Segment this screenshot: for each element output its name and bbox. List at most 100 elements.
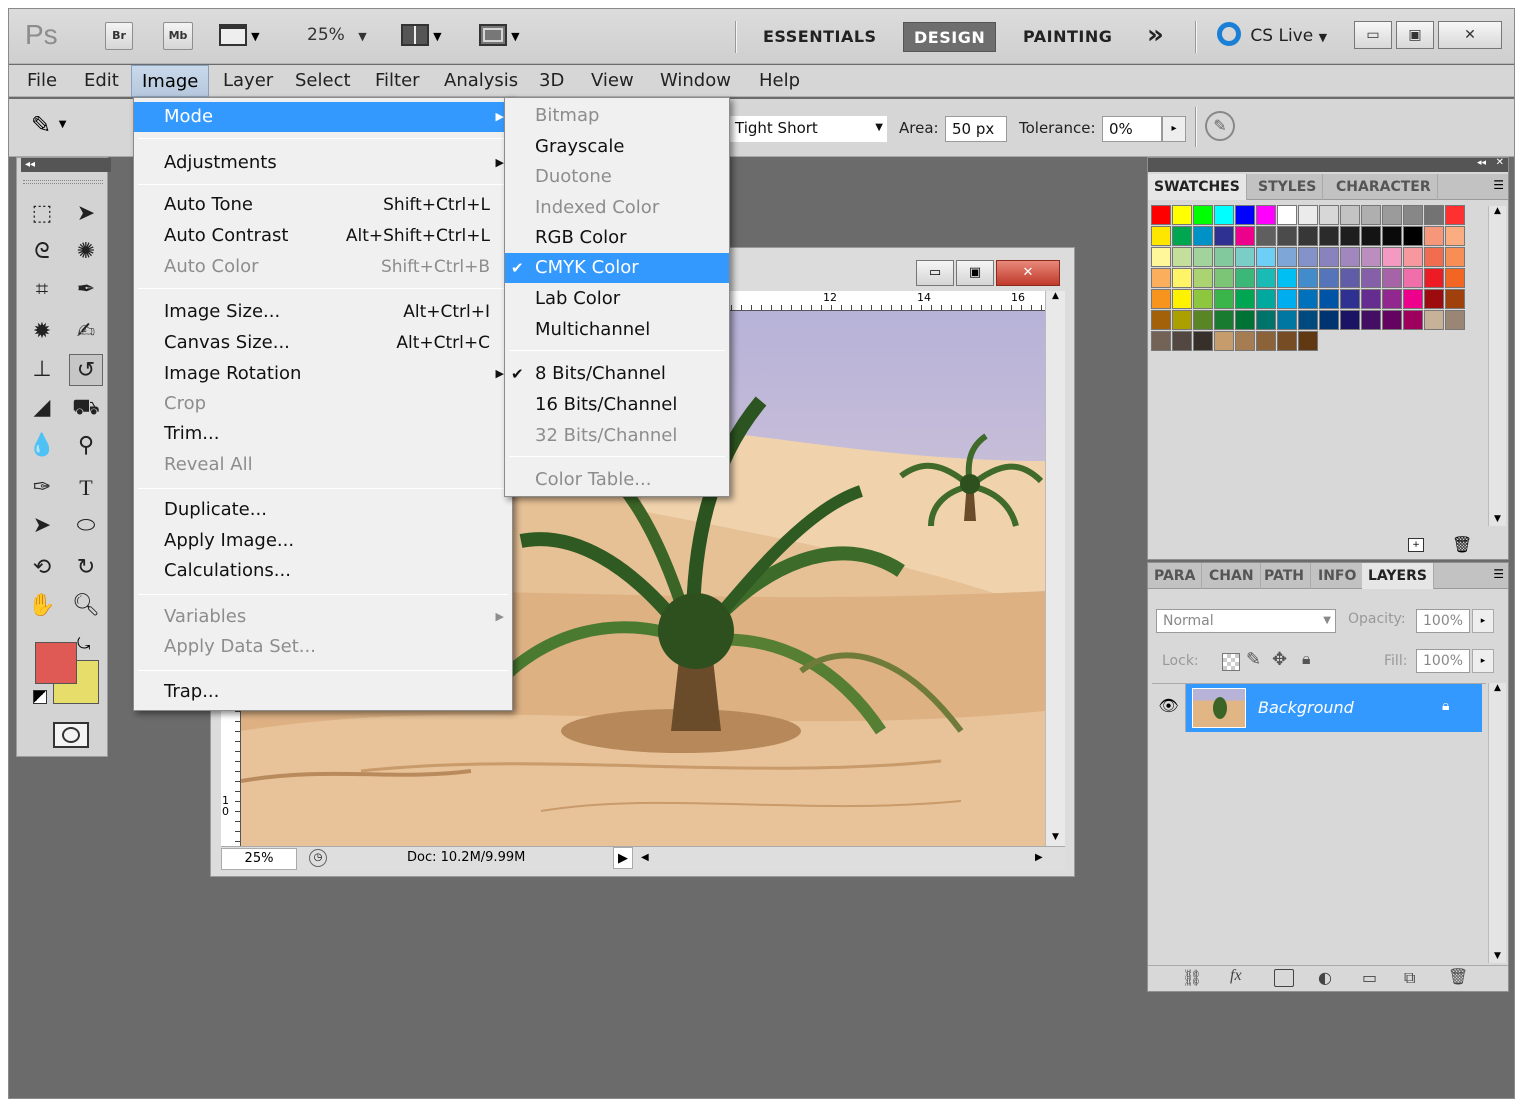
color-swatch[interactable] bbox=[1340, 268, 1360, 288]
color-swatch[interactable] bbox=[1214, 331, 1234, 351]
color-swatch[interactable] bbox=[1298, 310, 1318, 330]
menu-item-mode[interactable]: Mode ▶ bbox=[134, 102, 512, 132]
color-swatch[interactable] bbox=[1298, 226, 1318, 246]
color-swatch[interactable] bbox=[1424, 268, 1444, 288]
3d-orbit-tool-icon[interactable]: ↻ bbox=[69, 552, 103, 584]
new-swatch-icon[interactable]: + bbox=[1408, 538, 1424, 552]
menu-item-canvas-size[interactable]: Canvas Size... Alt+Ctrl+C bbox=[134, 328, 512, 358]
layer-name[interactable]: Background bbox=[1258, 684, 1354, 732]
workspace-design[interactable]: DESIGN bbox=[903, 22, 997, 52]
color-swatch[interactable] bbox=[1445, 268, 1465, 288]
color-swatch[interactable] bbox=[1445, 310, 1465, 330]
color-swatch[interactable] bbox=[1256, 205, 1276, 225]
menu-item-trim[interactable]: Trim... bbox=[134, 419, 512, 449]
color-swatch[interactable] bbox=[1277, 247, 1297, 267]
vertical-scrollbar[interactable]: ▲ ▼ bbox=[1045, 291, 1065, 846]
mini-bridge-button[interactable]: Mb bbox=[163, 22, 193, 50]
quick-mask-icon[interactable] bbox=[53, 722, 89, 748]
color-swatch[interactable] bbox=[1340, 205, 1360, 225]
fill-slider-button[interactable]: ▸ bbox=[1472, 649, 1494, 673]
menu-item-image-size[interactable]: Image Size... Alt+Ctrl+I bbox=[134, 297, 512, 327]
color-swatch[interactable] bbox=[1172, 289, 1192, 309]
color-swatch[interactable] bbox=[1340, 247, 1360, 267]
color-swatch[interactable] bbox=[1151, 205, 1171, 225]
ellipse-tool-icon[interactable]: ⬭ bbox=[69, 510, 103, 542]
marquee-tool-icon[interactable]: ⬚ bbox=[25, 198, 59, 230]
swatch-scrollbar[interactable]: ▲ ▼ bbox=[1488, 206, 1506, 526]
menu-item-variables[interactable]: Variables ▶ bbox=[134, 602, 512, 632]
menu-item-reveal-all[interactable]: Reveal All bbox=[134, 450, 512, 480]
status-menu-icon[interactable]: ▶ bbox=[613, 847, 633, 869]
scroll-down-icon[interactable]: ▼ bbox=[1489, 514, 1506, 524]
menu-select[interactable]: Select bbox=[285, 65, 361, 97]
menu-3d[interactable]: 3D bbox=[529, 65, 574, 97]
minimize-button[interactable]: ▭ bbox=[1354, 21, 1392, 49]
color-swatch[interactable] bbox=[1403, 205, 1423, 225]
layer-mask-icon[interactable] bbox=[1274, 969, 1294, 987]
path-selection-tool-icon[interactable]: ➤ bbox=[25, 510, 59, 542]
color-swatch[interactable] bbox=[1151, 247, 1171, 267]
color-swatch[interactable] bbox=[1319, 226, 1339, 246]
color-swatch[interactable] bbox=[1424, 310, 1444, 330]
arrange-documents-button[interactable]: ▼ bbox=[401, 24, 442, 50]
color-swatch[interactable] bbox=[1172, 310, 1192, 330]
color-swatch[interactable] bbox=[1319, 247, 1339, 267]
screen-mode-button[interactable]: ▼ bbox=[479, 24, 520, 50]
menu-layer[interactable]: Layer bbox=[213, 65, 283, 97]
color-swatch[interactable] bbox=[1193, 331, 1213, 351]
color-swatch[interactable] bbox=[1382, 310, 1402, 330]
menu-window[interactable]: Window bbox=[650, 65, 741, 97]
color-swatch[interactable] bbox=[1340, 226, 1360, 246]
doc-maximize-button[interactable]: ▣ bbox=[956, 260, 994, 286]
color-swatch[interactable] bbox=[1298, 268, 1318, 288]
trash-icon[interactable]: 🗑︎ bbox=[1452, 535, 1472, 554]
opacity-slider-button[interactable]: ▸ bbox=[1472, 609, 1494, 633]
menu-item-8-bits[interactable]: ✔ 8 Bits/Channel bbox=[505, 359, 729, 389]
color-swatch[interactable] bbox=[1298, 247, 1318, 267]
color-swatch[interactable] bbox=[1424, 247, 1444, 267]
color-swatch[interactable] bbox=[1256, 310, 1276, 330]
color-swatch[interactable] bbox=[1382, 226, 1402, 246]
color-swatch[interactable] bbox=[1277, 226, 1297, 246]
adjustment-layer-icon[interactable]: ◐ bbox=[1318, 968, 1332, 987]
color-swatch[interactable] bbox=[1424, 205, 1444, 225]
color-swatch[interactable] bbox=[1298, 331, 1318, 351]
menu-item-rgb-color[interactable]: RGB Color bbox=[505, 223, 729, 253]
color-swatch[interactable] bbox=[1151, 310, 1171, 330]
close-icon[interactable]: ✕ bbox=[1496, 157, 1504, 168]
menu-item-16-bits[interactable]: 16 Bits/Channel bbox=[505, 390, 729, 420]
color-swatch[interactable] bbox=[1214, 289, 1234, 309]
blur-tool-icon[interactable]: 💧 bbox=[25, 430, 59, 462]
blend-mode-dropdown[interactable]: Normal ▼ bbox=[1156, 609, 1336, 633]
color-swatch[interactable] bbox=[1403, 289, 1423, 309]
layer-style-icon[interactable]: fx bbox=[1230, 967, 1242, 985]
default-colors-icon[interactable] bbox=[33, 690, 47, 704]
color-swatch[interactable] bbox=[1172, 247, 1192, 267]
tolerance-input[interactable]: 0% bbox=[1102, 116, 1162, 142]
color-swatch[interactable] bbox=[1256, 331, 1276, 351]
menu-item-auto-color[interactable]: Auto Color Shift+Ctrl+B bbox=[134, 252, 512, 282]
lock-all-icon[interactable]: 🔒︎ bbox=[1302, 649, 1311, 669]
menu-help[interactable]: Help bbox=[749, 65, 810, 97]
doc-close-button[interactable]: ✕ bbox=[996, 260, 1060, 286]
hand-tool-icon[interactable]: ✋ bbox=[25, 590, 59, 622]
color-swatch[interactable] bbox=[1193, 310, 1213, 330]
menu-item-multichannel[interactable]: Multichannel bbox=[505, 315, 729, 345]
pressure-icon[interactable]: ✎ bbox=[1205, 111, 1235, 141]
menu-item-bitmap[interactable]: Bitmap bbox=[505, 101, 729, 131]
foreground-color-swatch[interactable] bbox=[35, 642, 77, 684]
menu-item-auto-contrast[interactable]: Auto Contrast Alt+Shift+Ctrl+L bbox=[134, 221, 512, 251]
new-layer-icon[interactable]: ⧉ bbox=[1404, 968, 1415, 988]
color-swatch[interactable] bbox=[1214, 310, 1234, 330]
tolerance-slider-button[interactable]: ▸ bbox=[1162, 116, 1186, 142]
lock-transparency-icon[interactable] bbox=[1222, 653, 1240, 671]
dodge-tool-icon[interactable]: ⚲ bbox=[69, 430, 103, 462]
color-swatch[interactable] bbox=[1424, 226, 1444, 246]
color-swatch[interactable] bbox=[1256, 247, 1276, 267]
tab-swatches[interactable]: SWATCHES bbox=[1148, 174, 1247, 200]
menu-item-apply-data-set[interactable]: Apply Data Set... bbox=[134, 632, 512, 662]
menu-item-duotone[interactable]: Duotone bbox=[505, 162, 729, 192]
color-swatch[interactable] bbox=[1361, 205, 1381, 225]
color-swatch[interactable] bbox=[1340, 310, 1360, 330]
brush-tool-icon[interactable]: ✍ bbox=[69, 316, 103, 348]
